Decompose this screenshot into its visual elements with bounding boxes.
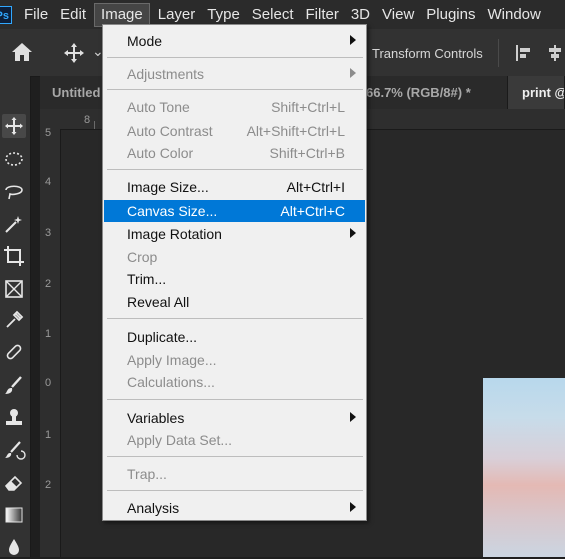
menu-item-analysis[interactable]: Analysis <box>104 497 365 519</box>
menu-file[interactable]: File <box>18 4 54 26</box>
options-divider <box>498 39 499 67</box>
menu-item-auto-tone[interactable]: Auto Tone Shift+Ctrl+L <box>104 96 365 118</box>
menu-item-adjustments[interactable]: Adjustments <box>104 63 365 85</box>
menu-item-trim[interactable]: Trim... <box>104 268 365 290</box>
menu-item-auto-contrast[interactable]: Auto Contrast Alt+Shift+Ctrl+L <box>104 120 365 142</box>
menu-item-duplicate[interactable]: Duplicate... <box>104 326 365 348</box>
move-tool-icon[interactable] <box>62 41 86 65</box>
menu-select[interactable]: Select <box>246 4 300 26</box>
submenu-arrow-icon <box>350 412 356 422</box>
photoshop-logo: Ps <box>0 5 12 24</box>
menu-filter[interactable]: Filter <box>300 4 345 26</box>
menu-window[interactable]: Window <box>481 4 546 26</box>
submenu-arrow-icon <box>350 68 356 78</box>
image-menu-dropdown: Mode Adjustments Auto Tone Shift+Ctrl+L A… <box>102 24 367 521</box>
home-icon[interactable] <box>8 39 36 65</box>
menu-separator <box>107 89 363 90</box>
menu-separator <box>107 318 363 319</box>
lasso-icon[interactable] <box>2 180 26 204</box>
ruler-number: 0 <box>45 377 52 389</box>
ruler-number: 5 <box>45 127 52 139</box>
transform-controls-label[interactable]: Transform Controls <box>372 46 483 61</box>
menu-3d[interactable]: 3D <box>345 4 376 26</box>
menu-item-crop[interactable]: Crop <box>104 246 365 268</box>
menu-separator <box>107 57 363 58</box>
submenu-arrow-icon <box>350 502 356 512</box>
menu-separator <box>107 456 363 457</box>
ruler-number: 8 <box>84 114 91 126</box>
menu-separator <box>107 169 363 170</box>
tools-panel <box>0 76 31 557</box>
frame-icon[interactable] <box>2 277 26 301</box>
crop-icon[interactable] <box>2 244 26 268</box>
menu-item-reveal-all[interactable]: Reveal All <box>104 291 365 313</box>
menu-edit[interactable]: Edit <box>54 4 92 26</box>
vertical-ruler: 5 4 3 2 1 0 1 2 <box>40 127 61 557</box>
menu-view[interactable]: View <box>376 4 420 26</box>
gradient-icon[interactable] <box>2 503 26 527</box>
align-center-icon[interactable] <box>545 43 565 63</box>
menu-plugins[interactable]: Plugins <box>420 4 481 26</box>
eraser-icon[interactable] <box>2 470 26 494</box>
eyedropper-icon[interactable] <box>2 308 26 332</box>
ruler-number: 2 <box>45 479 52 491</box>
menu-item-image-size[interactable]: Image Size... Alt+Ctrl+I <box>104 176 365 198</box>
submenu-arrow-icon <box>350 228 356 238</box>
ruler-number: 4 <box>45 176 52 188</box>
tab-print[interactable]: print @ <box>508 76 565 109</box>
move-icon[interactable] <box>2 114 26 138</box>
menu-item-canvas-size[interactable]: Canvas Size... Alt+Ctrl+C <box>104 200 365 222</box>
magic-wand-icon[interactable] <box>2 212 26 236</box>
tab-document-status[interactable]: 66.7% (RGB/8#) * <box>366 76 508 109</box>
ruler-number: 3 <box>45 227 52 239</box>
blur-icon[interactable] <box>2 535 26 559</box>
history-brush-icon[interactable] <box>2 438 26 462</box>
brush-icon[interactable] <box>2 373 26 397</box>
ruler-number: 2 <box>45 278 52 290</box>
clone-stamp-icon[interactable] <box>2 406 26 430</box>
menu-item-image-rotation[interactable]: Image Rotation <box>104 223 365 245</box>
ruler-number: 1 <box>45 328 52 340</box>
menu-item-apply-image[interactable]: Apply Image... <box>104 349 365 371</box>
document-image[interactable] <box>483 378 565 557</box>
ruler-number: 1 <box>45 429 52 441</box>
menu-image[interactable]: Image <box>94 2 150 27</box>
menu-item-apply-data-set[interactable]: Apply Data Set... <box>104 429 365 451</box>
marquee-icon[interactable] <box>2 147 26 171</box>
menu-item-calculations[interactable]: Calculations... <box>104 371 365 393</box>
menu-type[interactable]: Type <box>201 4 246 26</box>
align-left-icon[interactable] <box>514 43 534 63</box>
menu-item-variables[interactable]: Variables <box>104 407 365 429</box>
menu-item-auto-color[interactable]: Auto Color Shift+Ctrl+B <box>104 142 365 164</box>
menu-separator <box>107 399 363 400</box>
menu-layer[interactable]: Layer <box>152 4 202 26</box>
submenu-arrow-icon <box>350 35 356 45</box>
healing-brush-icon[interactable] <box>2 340 26 364</box>
menu-separator <box>107 490 363 491</box>
menu-item-mode[interactable]: Mode <box>104 30 365 52</box>
menu-item-trap[interactable]: Trap... <box>104 463 365 485</box>
